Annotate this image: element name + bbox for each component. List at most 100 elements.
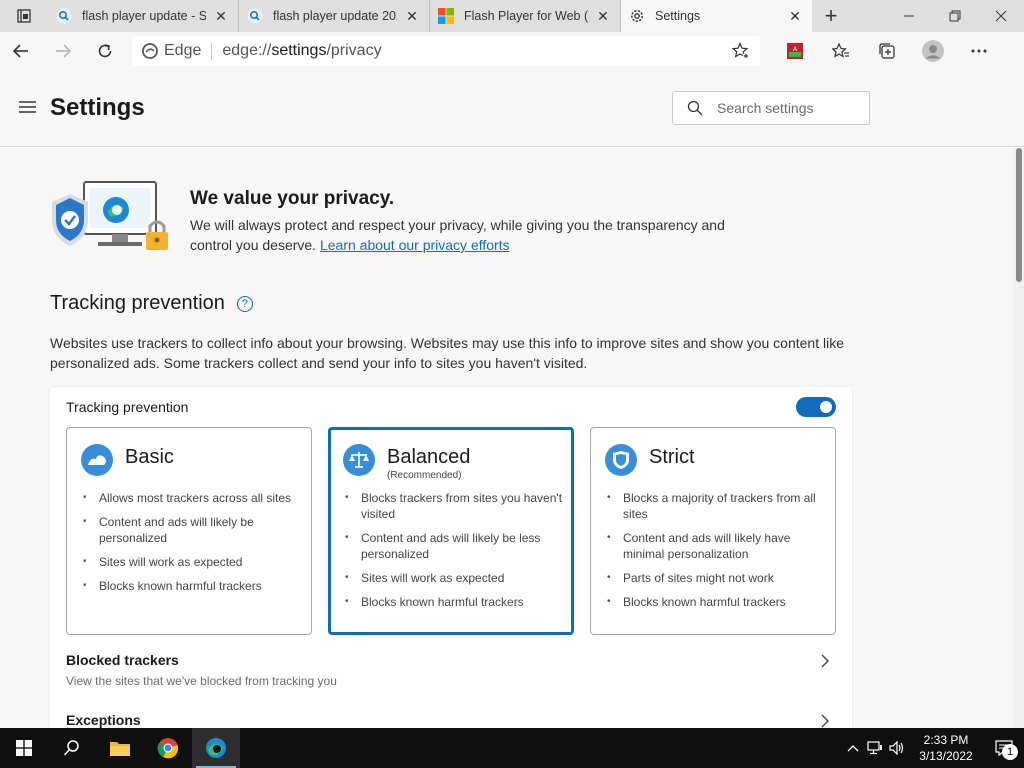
tab-flash-search-2[interactable]: flash player update 202 ✕ [239, 0, 430, 32]
tracking-prevention-description: Websites use trackers to collect info ab… [50, 335, 844, 371]
list-item: Blocks known harmful trackers [607, 594, 827, 610]
clock-date: 3/13/2022 [919, 749, 973, 763]
close-tab-icon[interactable]: ✕ [403, 7, 421, 25]
list-item: Blocks known harmful trackers [83, 578, 303, 594]
search-icon [247, 8, 263, 24]
tab-strip: flash player update - Se ✕ flash player … [0, 0, 1024, 32]
back-arrow-icon [12, 44, 28, 58]
level-name: Strict [649, 446, 695, 468]
tracking-prevention-label: Tracking prevention [66, 399, 189, 415]
search-icon [687, 100, 703, 116]
extension-button[interactable]: A [772, 32, 818, 70]
exceptions-row[interactable]: Exceptions [66, 712, 836, 728]
volume-button[interactable] [886, 728, 908, 768]
list-item: Blocks trackers from sites you haven't v… [345, 490, 565, 522]
add-favorite-icon[interactable] [732, 42, 750, 60]
tab-title: Flash Player for Web (u [464, 9, 588, 23]
content-scrollbar[interactable] [1014, 148, 1024, 728]
tab-title: Settings [655, 9, 701, 23]
menu-icon[interactable] [19, 100, 36, 114]
address-separator [211, 42, 213, 60]
taskbar: 2:33 PM 3/13/2022 1 [0, 728, 1024, 768]
tab-settings[interactable]: Settings ✕ [621, 0, 812, 32]
edge-icon [142, 43, 158, 59]
search-icon [63, 740, 79, 756]
level-feature-list: Blocks trackers from sites you haven't v… [345, 490, 565, 618]
window-controls [886, 0, 1024, 32]
tracking-prevention-heading: Tracking prevention ? [50, 292, 253, 315]
file-explorer-button[interactable] [96, 728, 144, 768]
list-item: Allows most trackers across all sites [83, 490, 303, 506]
close-tab-icon[interactable]: ✕ [786, 7, 804, 25]
close-window-button[interactable] [978, 0, 1024, 32]
list-item: Parts of sites might not work [607, 570, 827, 586]
search-placeholder: Search settings [717, 100, 814, 116]
edge-taskbar-button[interactable] [192, 728, 240, 768]
chevron-right-icon [821, 654, 829, 668]
list-item: Sites will work as expected [345, 570, 565, 586]
search-input[interactable]: Search settings [672, 91, 870, 125]
edge-icon [206, 738, 226, 758]
ellipsis-icon [971, 49, 987, 53]
settings-header: Settings Search settings [0, 70, 1024, 147]
level-basic-option[interactable]: Basic Allows most trackers across all si… [66, 427, 312, 635]
level-feature-list: Allows most trackers across all sites Co… [83, 490, 303, 602]
tab-flash-player-web[interactable]: Flash Player for Web (u ✕ [430, 0, 621, 32]
close-tab-icon[interactable]: ✕ [212, 7, 230, 25]
tab-actions-icon [17, 9, 31, 23]
restore-button[interactable] [932, 0, 978, 32]
blocked-trackers-row[interactable]: Blocked trackers View the sites that we'… [66, 652, 836, 688]
start-button[interactable] [0, 728, 48, 768]
privacy-learn-more-link[interactable]: Learn about our privacy efforts [320, 237, 510, 253]
chrome-icon [157, 738, 179, 759]
collections-icon [879, 43, 895, 59]
tab-actions-button[interactable] [0, 0, 48, 32]
strict-level-icon [605, 444, 637, 476]
search-taskbar-button[interactable] [48, 728, 96, 768]
scrollbar-thumb[interactable] [1016, 148, 1022, 282]
level-feature-list: Blocks a majority of trackers from all s… [607, 490, 827, 618]
list-item: Blocks a majority of trackers from all s… [607, 490, 827, 522]
blocked-trackers-subtitle: View the sites that we've blocked from t… [66, 674, 337, 688]
list-item: Content and ads will likely be less pers… [345, 530, 565, 562]
list-item: Content and ads will likely have minimal… [607, 530, 827, 562]
tracking-prevention-toggle[interactable] [796, 397, 836, 417]
back-button[interactable] [0, 32, 42, 70]
browser-toolbar: Edge edge://settings/privacy A [0, 32, 1024, 70]
clock-time: 2:33 PM [923, 733, 969, 747]
basic-level-icon [81, 444, 113, 476]
close-tab-icon[interactable]: ✕ [594, 7, 612, 25]
tracking-prevention-card: Tracking prevention Basic Allows most tr… [50, 387, 852, 728]
extension-icon: A [787, 43, 803, 59]
tab-title: flash player update 202 [273, 9, 397, 23]
profile-button[interactable] [910, 32, 956, 70]
notifications-button[interactable]: 1 [984, 728, 1024, 768]
chrome-button[interactable] [144, 728, 192, 768]
tab-flash-search-1[interactable]: flash player update - Se ✕ [48, 0, 239, 32]
forward-button[interactable] [42, 32, 84, 70]
refresh-button[interactable] [84, 32, 126, 70]
blocked-trackers-title: Blocked trackers [66, 652, 179, 668]
notification-badge: 1 [1002, 744, 1018, 760]
show-hidden-icons-button[interactable] [842, 728, 864, 768]
chevron-up-icon [847, 745, 859, 752]
new-tab-button[interactable]: + [812, 0, 850, 32]
more-options-button[interactable] [956, 32, 1002, 70]
address-bar[interactable]: Edge edge://settings/privacy [132, 36, 760, 66]
balanced-level-icon [343, 444, 375, 476]
level-name: Basic [125, 446, 174, 468]
network-button[interactable] [864, 728, 886, 768]
clock[interactable]: 2:33 PM 3/13/2022 [908, 732, 984, 764]
list-item: Content and ads will likely be personali… [83, 514, 303, 546]
forward-arrow-icon [56, 44, 72, 58]
minimize-button[interactable] [886, 0, 932, 32]
level-strict-option[interactable]: Strict Blocks a majority of trackers fro… [590, 427, 836, 635]
favorites-button[interactable] [818, 32, 864, 70]
edge-label: Edge [164, 42, 202, 59]
privacy-illustration [52, 181, 168, 250]
level-balanced-option[interactable]: Balanced (Recommended) Blocks trackers f… [328, 427, 574, 635]
help-icon[interactable]: ? [236, 295, 253, 312]
url-text: edge://settings/privacy [222, 42, 382, 59]
microsoft-icon [438, 8, 454, 24]
collections-button[interactable] [864, 32, 910, 70]
